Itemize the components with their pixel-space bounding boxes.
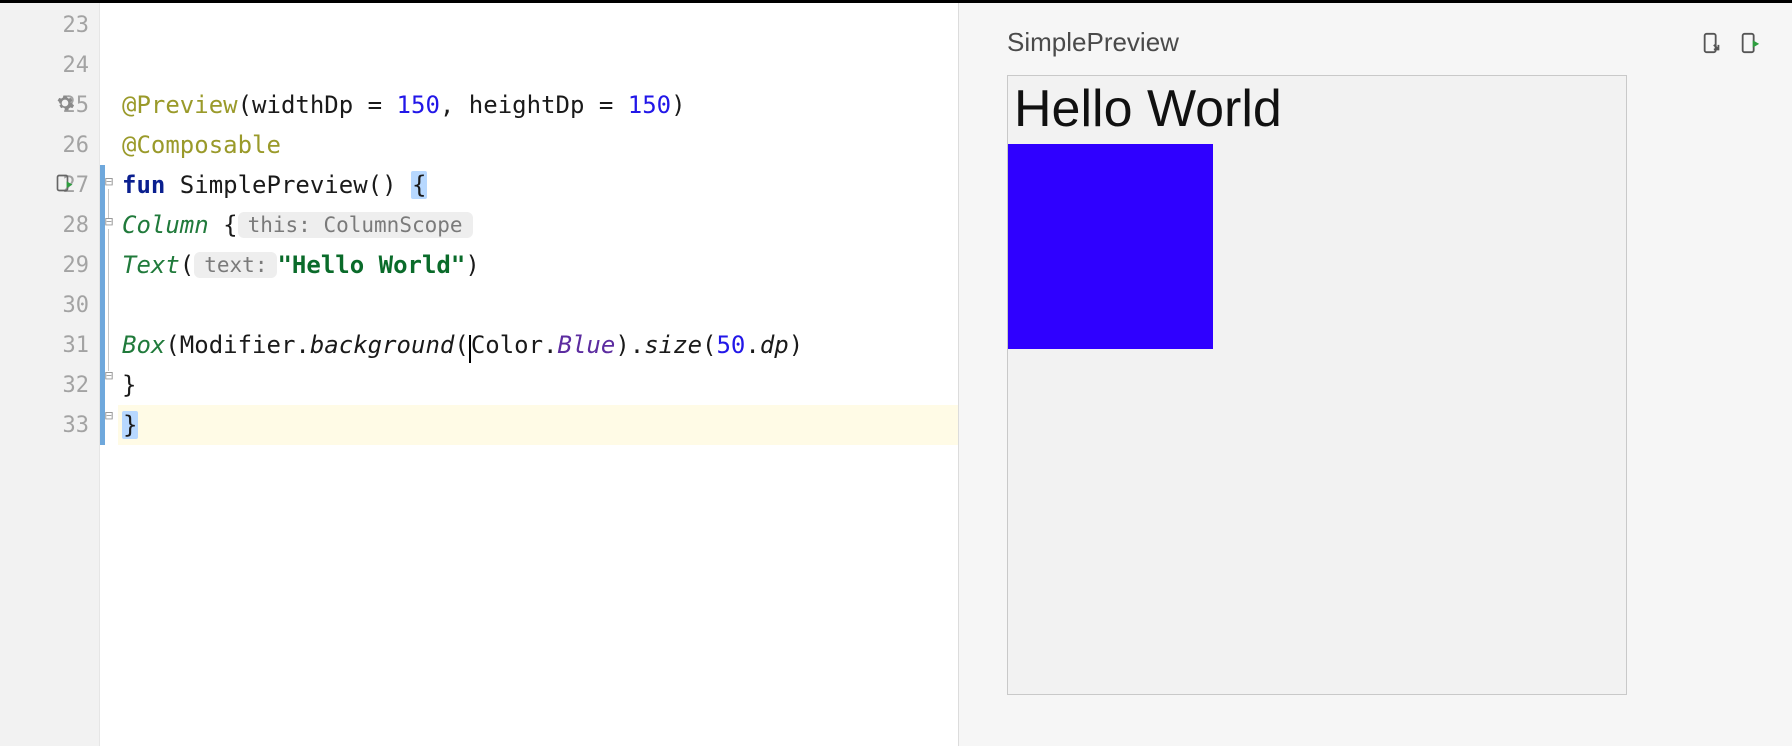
code-text: ) [465,251,479,279]
line-number: 32 [63,373,90,398]
enum-ref: Blue [558,331,616,359]
number-literal: 50 [716,331,745,359]
code-line[interactable]: Column { this: ColumnScope [118,205,958,245]
keyword: fun [122,171,165,199]
inline-hint: text: [194,252,277,278]
brace: } [122,371,136,399]
inline-hint: this: ColumnScope [238,212,473,238]
line-number: 29 [63,253,90,278]
run-gutter-icon[interactable] [55,173,75,197]
code-text: ( [454,331,468,359]
preview-surface[interactable]: Hello World [1007,75,1627,695]
gear-icon[interactable] [55,93,75,117]
extension-prop: dp [760,331,789,359]
code-line[interactable]: @Composable [118,125,958,165]
preview-rendered-text: Hello World [1008,76,1626,144]
line-number: 23 [63,13,90,38]
line-number: 24 [63,53,90,78]
fold-guide [108,229,109,371]
deploy-preview-icon[interactable] [1738,31,1762,55]
code-area[interactable]: @Preview(widthDp = 150, heightDp = 150) … [118,3,958,746]
code-line[interactable]: Text( text: "Hello World") [118,245,958,285]
preview-header: SimplePreview [1007,27,1762,58]
extension-call: background [310,331,455,359]
line-number: 30 [63,293,90,318]
type-ref: Color. [471,331,558,359]
line-number: 31 [63,333,90,358]
fold-end-icon[interactable]: ⊟ [102,409,116,423]
function-name: SimplePreview() [165,171,411,199]
fold-toggle-icon[interactable]: ⊟ [102,175,116,189]
code-text: (widthDp = [238,91,397,119]
string-literal: "Hello World" [277,251,465,279]
number-literal: 150 [397,91,440,119]
line-number: 28 [63,213,90,238]
code-line[interactable] [118,5,958,45]
ide-root: 23 24 25 26 27 28 29 30 31 32 33 [0,0,1792,746]
code-text: ( [180,251,194,279]
code-editor-pane: 23 24 25 26 27 28 29 30 31 32 33 [0,3,958,746]
function-call: Box [122,331,165,359]
function-call: Text [122,251,180,279]
code-line[interactable] [118,285,958,325]
line-number: 26 [63,133,90,158]
code-line[interactable]: } [118,365,958,405]
annotation: @Composable [122,131,281,159]
number-literal: 150 [628,91,671,119]
code-line[interactable]: Box(Modifier.background(Color.Blue).size… [118,325,958,365]
brace: { [209,211,238,239]
brace: } [122,411,138,439]
code-text: (Modifier. [165,331,310,359]
code-line-current[interactable]: } [118,405,958,445]
preview-rendered-box [1008,144,1213,349]
change-marker [100,165,105,445]
code-text: ) [671,91,685,119]
editor-gutter[interactable]: 23 24 25 26 27 28 29 30 31 32 33 [0,3,100,746]
fold-column[interactable]: ⊟ ⊟ ⊟ ⊟ [100,3,118,746]
code-line[interactable]: @Preview(widthDp = 150, heightDp = 150) [118,85,958,125]
code-text: . [745,331,759,359]
code-line[interactable] [118,45,958,85]
code-text: ). [615,331,644,359]
preview-title: SimplePreview [1007,27,1179,58]
code-line[interactable]: fun SimplePreview() { [118,165,958,205]
brace: { [411,171,427,199]
function-call: Column [122,211,209,239]
code-text: , heightDp = [440,91,628,119]
code-text: ) [789,331,803,359]
compose-preview-pane: SimplePreview Hello World [958,3,1792,746]
extension-call: size [644,331,702,359]
annotation: @Preview [122,91,238,119]
text-caret [469,335,471,363]
line-number: 33 [63,413,90,438]
fold-toggle-icon[interactable]: ⊟ [102,215,116,229]
code-text: ( [702,331,716,359]
fold-end-icon[interactable]: ⊟ [102,369,116,383]
interactive-preview-icon[interactable] [1700,31,1724,55]
